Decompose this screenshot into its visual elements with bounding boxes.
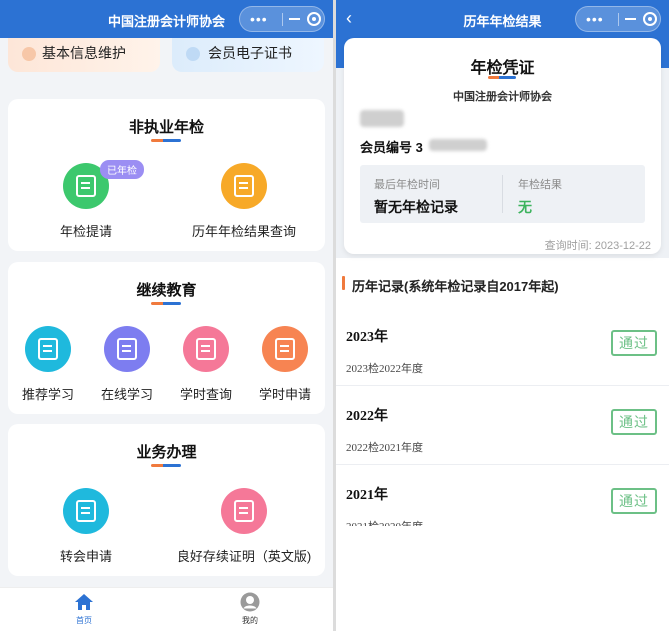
tab-home[interactable]: 首页 — [54, 592, 114, 626]
basic-info-link[interactable]: 基本信息维护 — [8, 38, 160, 72]
business-card: 业务办理 转会申请 良好存续证明（英文版) — [8, 424, 325, 576]
history-results-screen: ‹ 历年年检结果 ••• 年检凭证 中国注册会计师协会 会员编号 3 最后年检时… — [336, 0, 669, 631]
query-time: 查询时间: 2023-12-22 — [544, 240, 651, 252]
redacted-name — [360, 110, 404, 127]
recommended-study[interactable]: 推荐学习 — [22, 326, 74, 406]
minimize-icon[interactable] — [289, 18, 300, 20]
card-title: 继续教育 — [136, 282, 197, 299]
continuing-education-card: 继续教育 推荐学习 在线学习 学时查询 学时申请 — [8, 262, 325, 414]
result-value: 无 — [518, 199, 532, 215]
book-icon — [25, 326, 71, 372]
pass-stamp: 通过 — [611, 488, 657, 514]
more-icon[interactable]: ••• — [586, 12, 604, 26]
basic-info-label: 基本信息维护 — [42, 45, 126, 61]
miniprogram-capsule: ••• — [239, 6, 325, 32]
e-certificate-link[interactable]: 会员电子证书 — [172, 38, 324, 72]
pass-stamp: 通过 — [611, 409, 657, 435]
certificate-icon — [221, 488, 267, 534]
record-description: 2023检2022年度 — [346, 363, 423, 375]
miniprogram-capsule: ••• — [575, 6, 661, 32]
hours-application[interactable]: 学时申请 — [259, 326, 311, 406]
tab-mine[interactable]: 我的 — [220, 592, 280, 626]
card-title: 非执业年检 — [128, 119, 204, 136]
tab-mine-label: 我的 — [242, 616, 258, 625]
last-check-key: 最后年检时间 — [374, 179, 440, 191]
check-summary: 最后年检时间 暂无年检记录 年检结果 无 — [360, 165, 645, 223]
user-icon — [240, 592, 260, 612]
record-year: 2022年 — [346, 409, 388, 424]
info-icon — [22, 47, 36, 61]
annual-check-request-label: 年检提请 — [59, 224, 112, 239]
title-underline — [151, 139, 181, 142]
record-description: 2021检2020年度 — [346, 518, 423, 526]
history-result-query-label: 历年年检结果查询 — [191, 224, 296, 239]
pass-stamp: 通过 — [611, 330, 657, 356]
navbar: 中国注册会计师协会 ••• — [0, 0, 333, 38]
good-standing-certificate-label: 良好存续证明（英文版) — [176, 549, 312, 564]
record-description: 2022检2021年度 — [346, 442, 423, 454]
redacted-member-number — [429, 139, 487, 151]
clipboard-icon — [262, 326, 308, 372]
result-key: 年检结果 — [518, 179, 562, 191]
home-icon — [75, 594, 93, 610]
member-number: 会员编号 3 — [360, 140, 423, 155]
annual-check-certificate: 年检凭证 中国注册会计师协会 会员编号 3 最后年检时间 暂无年检记录 年检结果… — [344, 38, 661, 254]
hours-query[interactable]: 学时查询 — [180, 326, 232, 406]
more-icon[interactable]: ••• — [250, 12, 268, 26]
close-icon[interactable] — [307, 12, 321, 26]
certificate-title: 年检凭证 — [470, 60, 535, 77]
title-underline — [151, 464, 181, 467]
close-icon[interactable] — [643, 12, 657, 26]
certificate-icon — [186, 47, 200, 61]
navbar: ‹ 历年年检结果 ••• — [336, 0, 669, 38]
record-year: 2021年 — [346, 488, 388, 503]
organization-name: 中国注册会计师协会 — [453, 91, 552, 103]
e-certificate-label: 会员电子证书 — [208, 45, 292, 61]
tab-home-label: 首页 — [76, 616, 92, 625]
transfer-application-label: 转会申请 — [59, 549, 112, 564]
good-standing-certificate[interactable]: 良好存续证明（英文版) — [177, 488, 311, 568]
list-item[interactable]: 2023年 2023检2022年度 通过 — [336, 308, 669, 386]
online-study[interactable]: 在线学习 — [101, 326, 153, 406]
list-item[interactable]: 2022年 2022检2021年度 通过 — [336, 387, 669, 465]
record-year: 2023年 — [346, 330, 388, 345]
home-screen: 中国注册会计师协会 ••• 基本信息维护 会员电子证书 非执业年检 年检提请 已… — [0, 0, 333, 631]
document-search-icon — [183, 326, 229, 372]
title-underline — [151, 302, 181, 305]
recommended-study-label: 推荐学习 — [21, 387, 74, 402]
minimize-icon[interactable] — [625, 18, 636, 20]
list-item[interactable]: 2021年 2021检2020年度 通过 — [336, 466, 669, 526]
quick-links: 基本信息维护 会员电子证书 — [0, 38, 333, 86]
card-title: 业务办理 — [136, 444, 197, 461]
title-underline — [488, 76, 516, 79]
checked-badge: 已年检 — [100, 160, 144, 179]
transfer-application[interactable]: 转会申请 — [60, 488, 112, 568]
history-section-title: 历年记录(系统年检记录自2017年起) — [352, 279, 559, 294]
online-study-label: 在线学习 — [100, 387, 153, 402]
history-result-query[interactable]: 历年年检结果查询 — [192, 163, 296, 243]
history-section-header: 历年记录(系统年检记录自2017年起) — [336, 268, 669, 298]
annual-check-card: 非执业年检 年检提请 已年检 历年年检结果查询 — [8, 99, 325, 251]
inbox-icon — [221, 163, 267, 209]
tab-bar: 首页 我的 — [0, 587, 333, 631]
hours-application-label: 学时申请 — [258, 387, 311, 402]
last-check-value: 暂无年检记录 — [374, 199, 458, 215]
hours-query-label: 学时查询 — [179, 387, 232, 402]
book-icon — [63, 488, 109, 534]
pencil-icon — [104, 326, 150, 372]
